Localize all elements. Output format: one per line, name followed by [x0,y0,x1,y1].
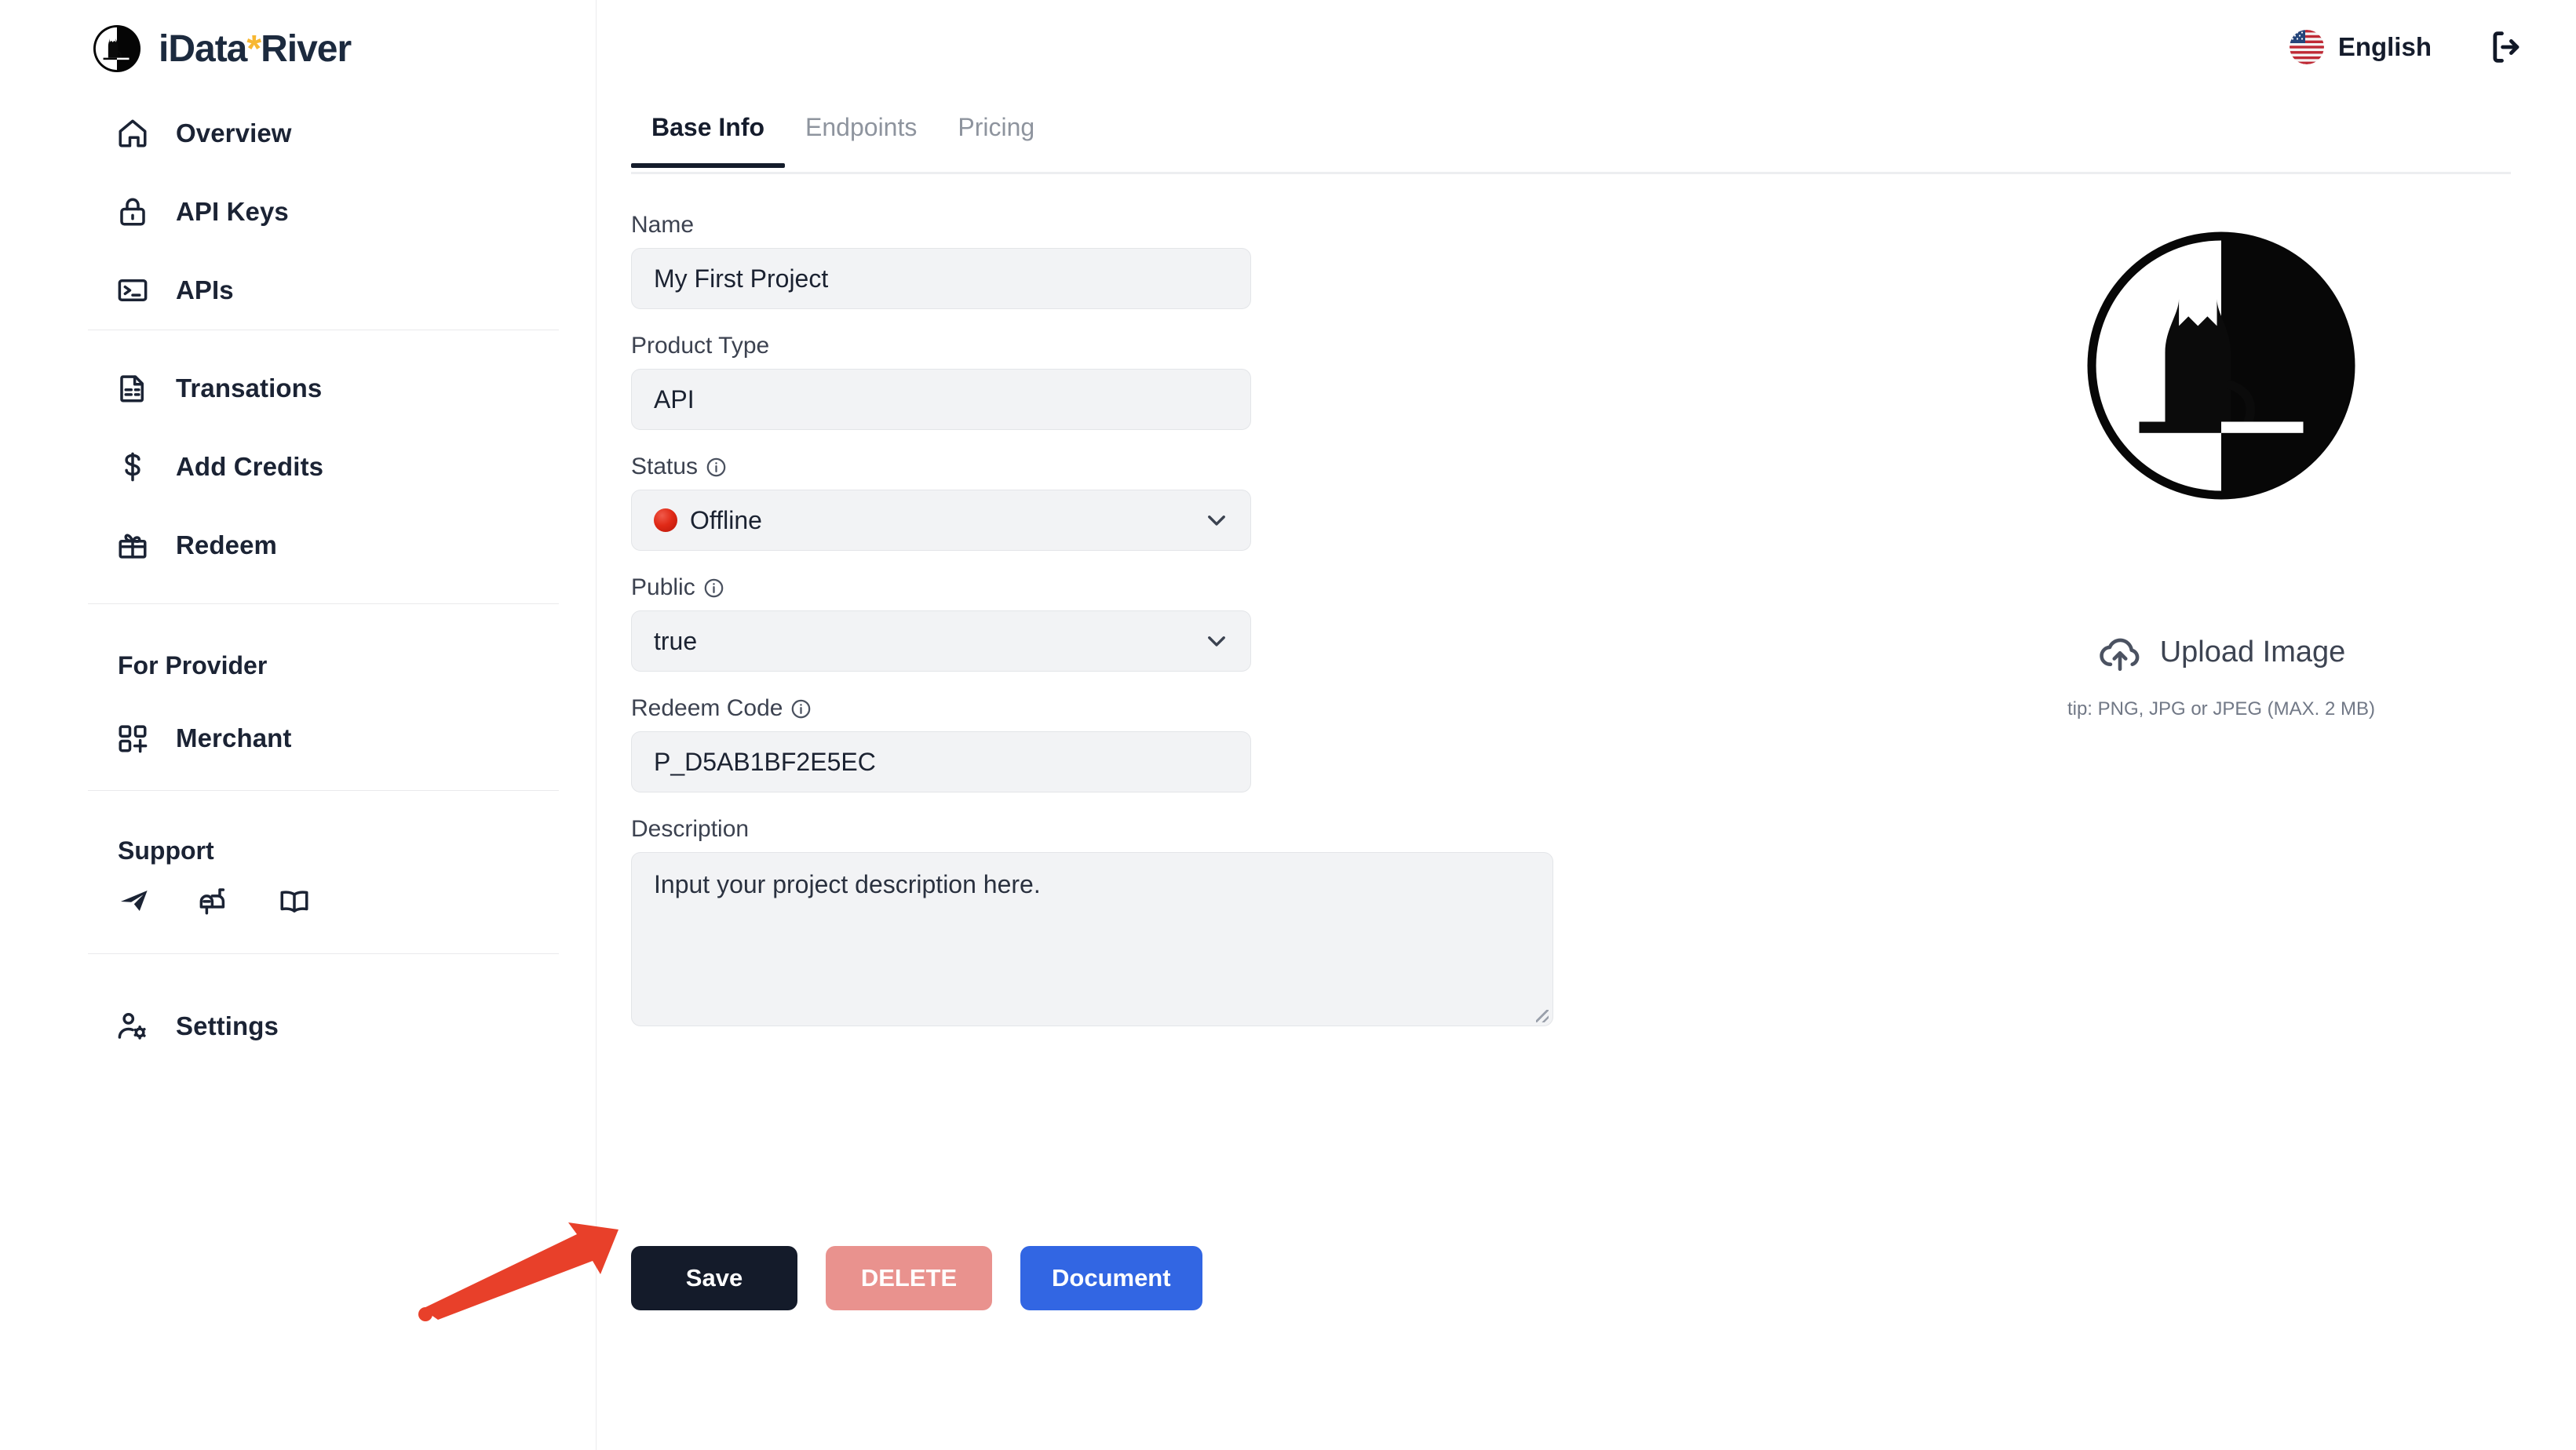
logout-icon[interactable] [2487,27,2527,67]
name-label: Name [631,212,695,238]
sidebar-item-transations[interactable]: Transations [0,349,596,428]
info-icon[interactable] [790,698,812,720]
dollar-icon [125,452,140,482]
brand-asterisk: * [246,27,261,70]
name-input[interactable]: My First Project [631,248,1251,309]
sidebar-item-label: Redeem [176,530,277,559]
sidebar-primary-group: Overview API Keys APIs [0,94,596,330]
status-dot-icon [654,508,677,532]
sidebar-item-label: Merchant [176,723,292,752]
sidebar-item-apis[interactable]: APIs [0,251,596,330]
telegram-icon[interactable] [118,884,151,917]
sidebar-item-overview[interactable]: Overview [0,94,596,173]
status-value: Offline [690,505,762,534]
public-value: true [654,626,698,655]
save-button[interactable]: Save [631,1246,797,1310]
support-icon-row [0,865,596,936]
name-value: My First Project [654,264,829,293]
tab-base-info[interactable]: Base Info [631,94,786,168]
us-flag-icon [2289,30,2324,64]
sidebar-item-label: Overview [176,118,292,148]
gift-icon [119,534,147,559]
sidebar-section-for-provider: For Provider [118,651,268,679]
delete-button[interactable]: DELETE [826,1246,992,1310]
product-type-input[interactable]: API [631,369,1251,430]
home-icon [119,119,147,148]
cat-in-circle-logo-icon [93,24,141,73]
upload-image-label: Upload Image [2159,635,2346,669]
sidebar-item-label: Transations [176,373,323,403]
info-icon[interactable] [706,457,727,478]
book-icon[interactable] [278,884,311,917]
user-gear-icon [118,1013,146,1040]
field-label: Product Type [631,333,1596,359]
field-description: Description Input your project descripti… [631,816,1596,1026]
upload-panel: Upload Image tip: PNG, JPG or JPEG (MAX.… [1884,212,2559,720]
brand-logo[interactable]: iData*River [0,0,596,78]
sidebar: iData*River Overview API Keys APIs Trans… [0,0,597,1450]
description-label: Description [631,816,750,842]
field-label: Redeem Code [631,695,1596,722]
public-label: Public [631,574,695,600]
lock-icon [120,198,145,226]
field-public: Public true [631,574,1596,672]
sidebar-item-redeem[interactable]: Redeem [0,506,596,585]
field-name: Name My First Project [631,212,1596,309]
tab-pricing[interactable]: Pricing [937,94,1055,166]
field-product-type: Product Type API [631,333,1596,430]
redeem-code-value: P_D5AB1BF2E5EC [654,747,876,776]
language-label: English [2337,32,2432,61]
brand-name: iData*River [159,27,352,70]
redeem-code-input[interactable]: P_D5AB1BF2E5EC [631,731,1251,792]
sidebar-item-label: Add Credits [176,452,324,481]
field-label: Description [631,816,1596,843]
receipt-icon [120,375,144,403]
description-textarea[interactable]: Input your project description here. [631,852,1553,1026]
terminal-icon [118,279,148,301]
sidebar-item-merchant[interactable]: Merchant [0,699,596,778]
base-info-form: Name My First Project Product Type API S… [631,212,1596,1050]
sidebar-item-label: Settings [176,1011,279,1040]
field-label: Name [631,212,1596,239]
status-label: Status [631,454,699,479]
tab-bar: Base Info Endpoints Pricing [631,94,2511,174]
main-content: Base Info Endpoints Pricing Name My Firs… [597,94,2576,1450]
language-switcher[interactable]: English [2289,30,2432,64]
product-type-value: API [654,384,695,414]
public-select[interactable]: true [631,610,1251,672]
document-button[interactable]: Document [1020,1246,1202,1310]
sidebar-item-label: API Keys [176,197,289,226]
sidebar-item-settings[interactable]: Settings [0,987,596,1066]
sidebar-item-label: APIs [176,275,234,304]
top-bar: English [597,0,2576,94]
redeem-code-label: Redeem Code [631,695,783,721]
upload-image-button[interactable]: Upload Image [1884,629,2559,675]
sidebar-section-support: Support [118,836,214,865]
field-label: Public [631,574,1596,601]
field-label: Status [631,454,1596,480]
sidebar-item-add-credits[interactable]: Add Credits [0,428,596,506]
action-button-row: Save DELETE Document [631,1246,1202,1310]
upload-tip-text: tip: PNG, JPG or JPEG (MAX. 2 MB) [2067,698,2376,720]
sidebar-item-api-keys[interactable]: API Keys [0,173,596,251]
chevron-down-icon [1208,636,1225,647]
field-redeem-code: Redeem Code P_D5AB1BF2E5EC [631,695,1596,792]
grid-plus-icon [119,725,148,753]
product-type-label: Product Type [631,333,770,359]
tab-endpoints[interactable]: Endpoints [785,94,937,166]
field-status: Status Offline [631,454,1596,551]
info-icon[interactable] [703,577,724,599]
status-select[interactable]: Offline [631,490,1251,551]
chevron-down-icon [1208,516,1225,526]
mailbox-icon[interactable] [198,884,231,917]
cloud-upload-icon [2099,638,2140,672]
product-logo-image [2087,231,2355,500]
sidebar-billing-group: Transations Add Credits Redeem [0,349,596,585]
